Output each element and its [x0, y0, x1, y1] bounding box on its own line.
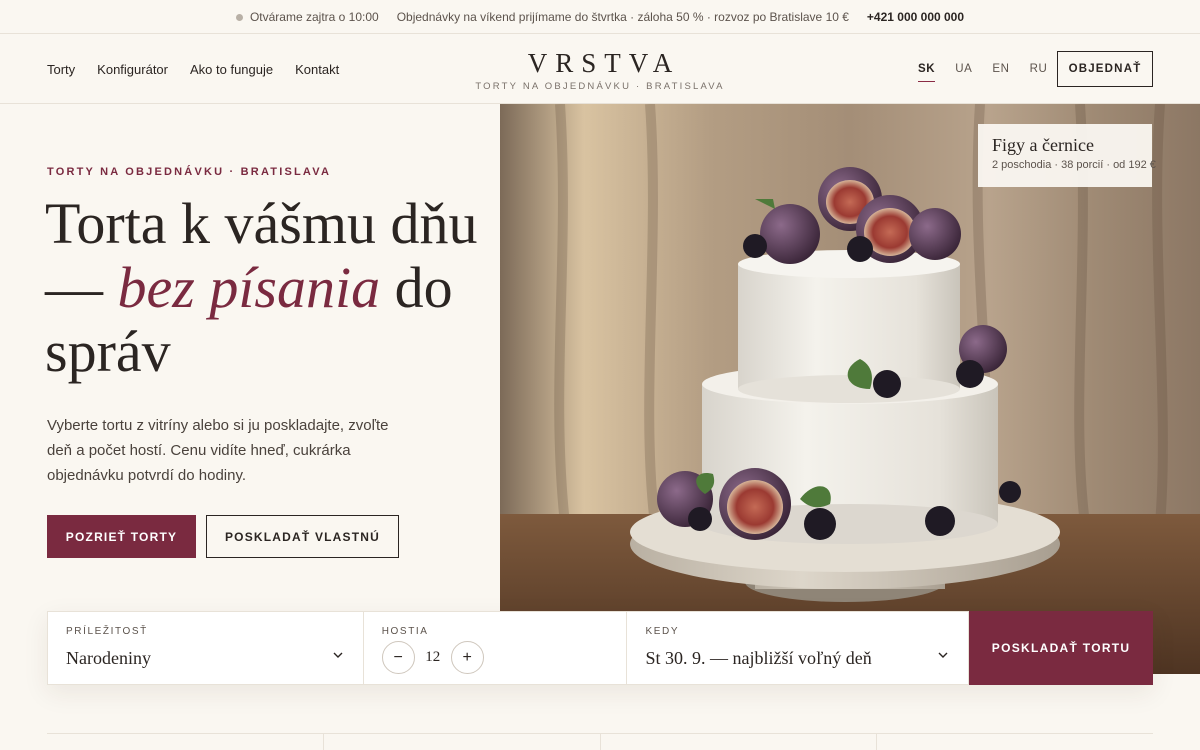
- site-header: Torty Konfigurátor Ako to funguje Kontak…: [0, 34, 1200, 104]
- date-value: St 30. 9. — najbližší voľný deň: [645, 648, 872, 668]
- phone-link[interactable]: +421 000 000 000: [867, 10, 964, 24]
- chevron-down-icon: [938, 652, 948, 658]
- lang-ru[interactable]: RU: [1030, 57, 1048, 81]
- hero-cake-image: [500, 104, 1200, 674]
- date-select[interactable]: KEDY St 30. 9. — najbližší voľný deň: [627, 612, 970, 684]
- quick-configurator: PRÍLEŽITOSŤ Narodeniny HOSTIA − 12 + KED…: [47, 611, 1153, 685]
- view-cakes-button[interactable]: POZRIEŤ TORTY: [47, 515, 196, 558]
- main-nav: Torty Konfigurátor Ako to funguje Kontak…: [47, 34, 339, 104]
- date-label: KEDY: [645, 626, 680, 637]
- headline-emphasis: bez písania: [117, 255, 381, 320]
- featured-cake-name: Figy a černice: [992, 135, 1094, 155]
- section-column: [324, 734, 601, 750]
- nav-item-ako-to-funguje[interactable]: Ako to funguje: [190, 62, 273, 77]
- status-dot-icon: [235, 13, 243, 21]
- nav-item-konfigurator[interactable]: Konfigurátor: [97, 62, 168, 77]
- section-column: [877, 734, 1153, 750]
- next-section-strip: [47, 733, 1153, 750]
- occasion-label: PRÍLEŽITOSŤ: [66, 626, 148, 637]
- logo[interactable]: VRSTVA: [520, 48, 681, 79]
- language-switcher: SK UA EN RU: [918, 34, 1047, 104]
- opening-status-text: Otvárame zajtra o 10:00: [249, 9, 379, 24]
- section-column: [47, 734, 324, 750]
- lang-ua[interactable]: UA: [955, 57, 972, 81]
- order-button[interactable]: OBJEDNAŤ: [1057, 51, 1153, 87]
- guests-stepper: − 12 +: [381, 641, 484, 674]
- opening-status: Otvárame zajtra o 10:00: [235, 9, 379, 24]
- lang-sk[interactable]: SK: [918, 57, 936, 82]
- guests-value: 12: [425, 649, 441, 665]
- hero-headline: Torta k vášmu dňu — bez písania do správ: [45, 192, 485, 384]
- occasion-value: Narodeniny: [66, 648, 151, 668]
- chevron-down-icon: [333, 652, 343, 658]
- guests-label: HOSTIA: [381, 626, 429, 637]
- hero-kicker: TORTY NA OBJEDNÁVKU · BRATISLAVA: [47, 166, 332, 178]
- guests-field: HOSTIA − 12 +: [364, 612, 628, 684]
- increment-button[interactable]: +: [450, 641, 484, 674]
- featured-cake-card[interactable]: Figy a černice 2 poschodia · 38 porcií ·…: [978, 124, 1156, 187]
- build-own-button[interactable]: POSKLADAŤ VLASTNÚ: [206, 515, 399, 558]
- section-column: [601, 734, 878, 750]
- nav-item-torty[interactable]: Torty: [47, 62, 75, 77]
- decrement-button[interactable]: −: [381, 641, 415, 674]
- hero-lead: Vyberte tortu z vitríny alebo si ju posk…: [47, 417, 389, 484]
- nav-item-kontakt[interactable]: Kontakt: [295, 62, 339, 77]
- order-info: Objednávky na víkend prijímame do štvrtk…: [396, 9, 849, 24]
- featured-cake-details: 2 poschodia · 38 porcií · od 192 €: [992, 159, 1156, 171]
- build-cake-button[interactable]: POSKLADAŤ TORTU: [969, 611, 1153, 685]
- announcement-bar: Otvárame zajtra o 10:00 Objednávky na ví…: [0, 0, 1200, 34]
- occasion-select[interactable]: PRÍLEŽITOSŤ Narodeniny: [48, 612, 364, 684]
- cake-illustration: [500, 104, 1200, 674]
- lang-en[interactable]: EN: [992, 57, 1009, 81]
